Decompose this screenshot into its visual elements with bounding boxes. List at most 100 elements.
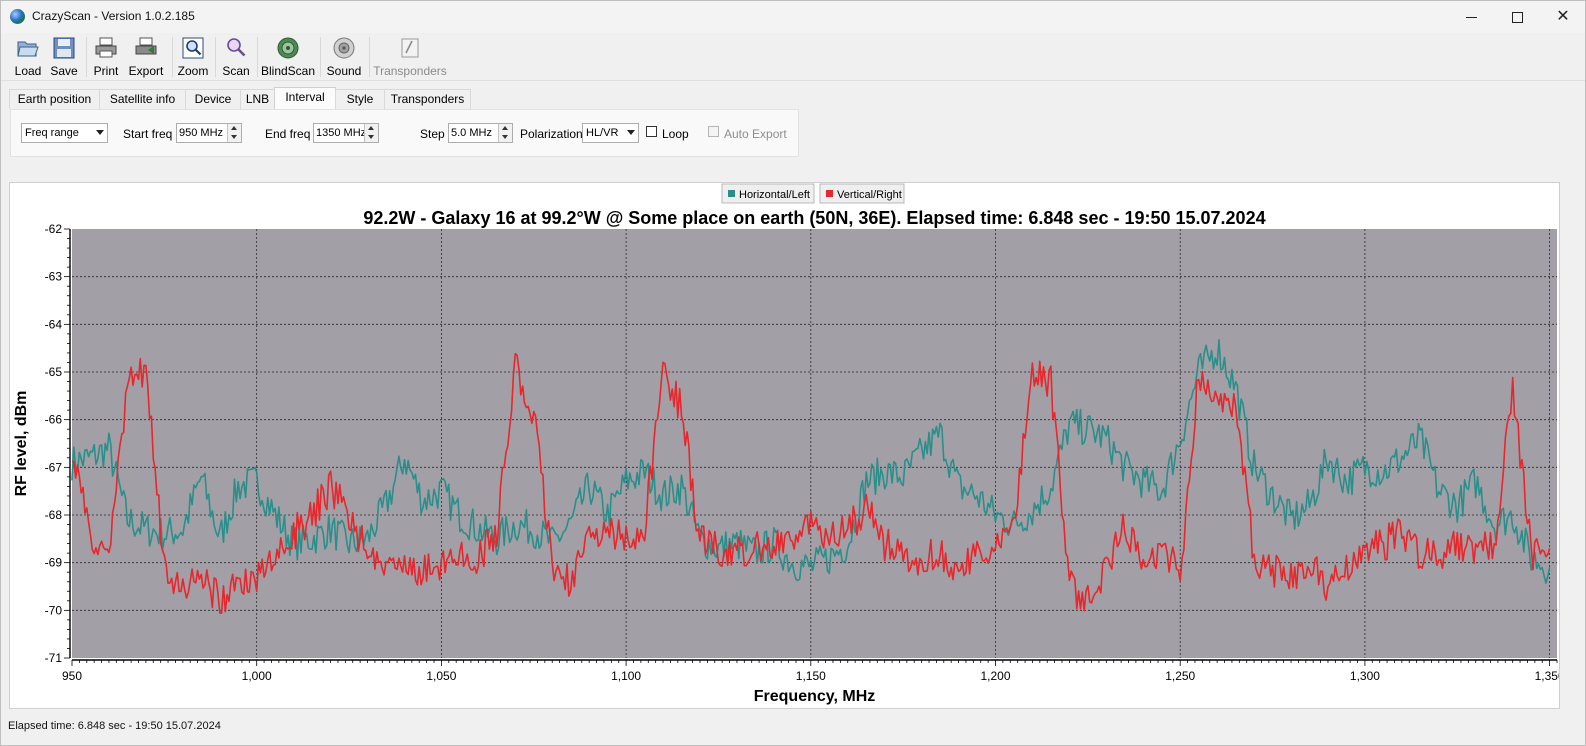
toolbar: Load Save Print Export Zoom Scan BlindSc… (1, 34, 1585, 81)
legend-label-0: Horizontal/Left (739, 189, 810, 201)
tab-earth-position[interactable]: Earth position (9, 89, 100, 109)
transponders-label: Transponders (373, 64, 447, 78)
sound-button[interactable]: Sound (326, 36, 362, 80)
minimize-button[interactable] (1448, 1, 1494, 33)
end-freq-label: End freq (265, 127, 311, 141)
interval-panel: Freq range Start freq 950 MHz End freq 1… (10, 109, 799, 157)
sound-label: Sound (326, 64, 362, 78)
toolbar-separator (86, 37, 87, 77)
zoom-icon (182, 37, 204, 59)
toolbar-separator (320, 37, 321, 77)
toolbar-separator (257, 37, 258, 77)
tab-transponders[interactable]: Transponders (384, 89, 471, 109)
step-spinner[interactable]: 5.0 MHz (448, 123, 513, 143)
y-tick-label: -71 (45, 651, 63, 665)
x-axis-label: Frequency, MHz (754, 688, 876, 705)
loop-label: Loop (662, 127, 689, 141)
y-tick-label: -66 (45, 413, 63, 427)
export-label: Export (128, 64, 164, 78)
step-value: 5.0 MHz (451, 127, 492, 139)
transponders-button[interactable]: Transponders (373, 36, 447, 80)
x-tick-label: 1,050 (426, 669, 456, 683)
arrow-up-icon (502, 126, 508, 130)
y-tick-label: -63 (45, 270, 63, 284)
end-freq-value: 1350 MHz (316, 127, 367, 139)
arrow-down-icon (231, 135, 237, 139)
chart-title: 92.2W - Galaxy 16 at 99.2°W @ Some place… (363, 208, 1265, 228)
x-tick-label: 1,200 (980, 669, 1010, 683)
close-button[interactable]: ✕ (1540, 1, 1586, 33)
scan-button[interactable]: Scan (221, 36, 251, 80)
start-freq-label: Start freq (123, 127, 173, 141)
end-freq-spinner[interactable]: 1350 MHz (313, 123, 379, 143)
speaker-icon (333, 37, 355, 59)
polarization-label: Polarization (520, 127, 583, 141)
maximize-button[interactable] (1494, 1, 1540, 33)
tab-interval[interactable]: Interval (274, 87, 336, 110)
legend-swatch-1 (826, 190, 833, 197)
load-button[interactable]: Load (13, 36, 43, 80)
tab-device[interactable]: Device (185, 89, 241, 109)
save-button[interactable]: Save (49, 36, 79, 80)
x-tick-label: 1,100 (611, 669, 641, 683)
legend-label-1: Vertical/Right (837, 189, 902, 201)
tab-satellite-info[interactable]: Satellite info (99, 89, 186, 109)
polarization-select[interactable]: HL/VR (582, 123, 639, 143)
blindscan-button[interactable]: BlindScan (260, 36, 316, 80)
arrow-up-icon (368, 126, 374, 130)
arrow-up-icon (231, 126, 237, 130)
tab-style[interactable]: Style (335, 89, 385, 109)
y-axis-label: RF level, dBm (13, 391, 30, 497)
step-label: Step (420, 127, 445, 141)
start-freq-spinner[interactable]: 950 MHz (176, 123, 242, 143)
y-tick-label: -68 (45, 508, 63, 522)
spinner-buttons[interactable] (498, 124, 512, 142)
zoom-label: Zoom (177, 64, 209, 78)
print-label: Print (93, 64, 119, 78)
y-tick-label: -70 (45, 603, 63, 617)
toolbar-separator (172, 37, 173, 77)
blindscan-label: BlindScan (260, 64, 316, 78)
range-mode-select[interactable]: Freq range (21, 123, 108, 143)
spectrum-chart[interactable]: 950 1,000 1,050 1,100 1,150 1,200 1,250 1,300 1,… (10, 183, 1559, 708)
zoom-button[interactable]: Zoom (177, 36, 209, 80)
spinner-buttons[interactable] (364, 124, 378, 142)
chevron-down-icon (96, 130, 104, 135)
y-tick-label: -67 (45, 460, 63, 474)
load-label: Load (14, 64, 42, 78)
chevron-down-icon (627, 130, 635, 135)
floppy-disk-icon (53, 37, 75, 59)
y-tick-label: -64 (45, 317, 63, 331)
y-tick-label: -65 (45, 365, 63, 379)
save-label: Save (50, 64, 78, 78)
x-tick-label: 1,150 (796, 669, 826, 683)
range-mode-value: Freq range (25, 127, 79, 139)
export-button[interactable]: Export (127, 36, 165, 80)
tab-lnb[interactable]: LNB (240, 89, 275, 109)
y-tick-label: -62 (45, 222, 63, 236)
x-tick-label: 1,000 (242, 669, 272, 683)
toolbar-separator (215, 37, 216, 77)
scan-label: Scan (222, 64, 250, 78)
printer-icon (95, 37, 117, 58)
loop-checkbox[interactable] (646, 126, 657, 137)
title-bar[interactable]: CrazyScan - Version 1.0.2.185 ✕ (1, 1, 1585, 33)
spectrum-chart-area: 950 1,000 1,050 1,100 1,150 1,200 1,250 1,300 1,… (9, 182, 1560, 709)
arrow-down-icon (368, 135, 374, 139)
folder-open-icon (17, 41, 39, 57)
spinner-buttons[interactable] (227, 124, 241, 142)
auto-export-checkbox[interactable] (708, 126, 719, 137)
plot-background (72, 229, 1557, 658)
x-tick-label: 1,250 (1165, 669, 1195, 683)
maximize-icon (1511, 11, 1523, 23)
print-button[interactable]: Print (91, 36, 121, 80)
arrow-down-icon (502, 135, 508, 139)
minimize-icon (1465, 16, 1477, 18)
close-icon: ✕ (1556, 8, 1570, 25)
status-bar-text: Elapsed time: 6.848 sec - 19:50 15.07.20… (8, 720, 221, 732)
globe-icon (10, 9, 25, 24)
x-tick-label: 1,350 (1535, 669, 1559, 683)
legend-swatch-0 (728, 190, 735, 197)
magnifier-icon (227, 38, 246, 57)
transponders-icon (401, 38, 419, 58)
